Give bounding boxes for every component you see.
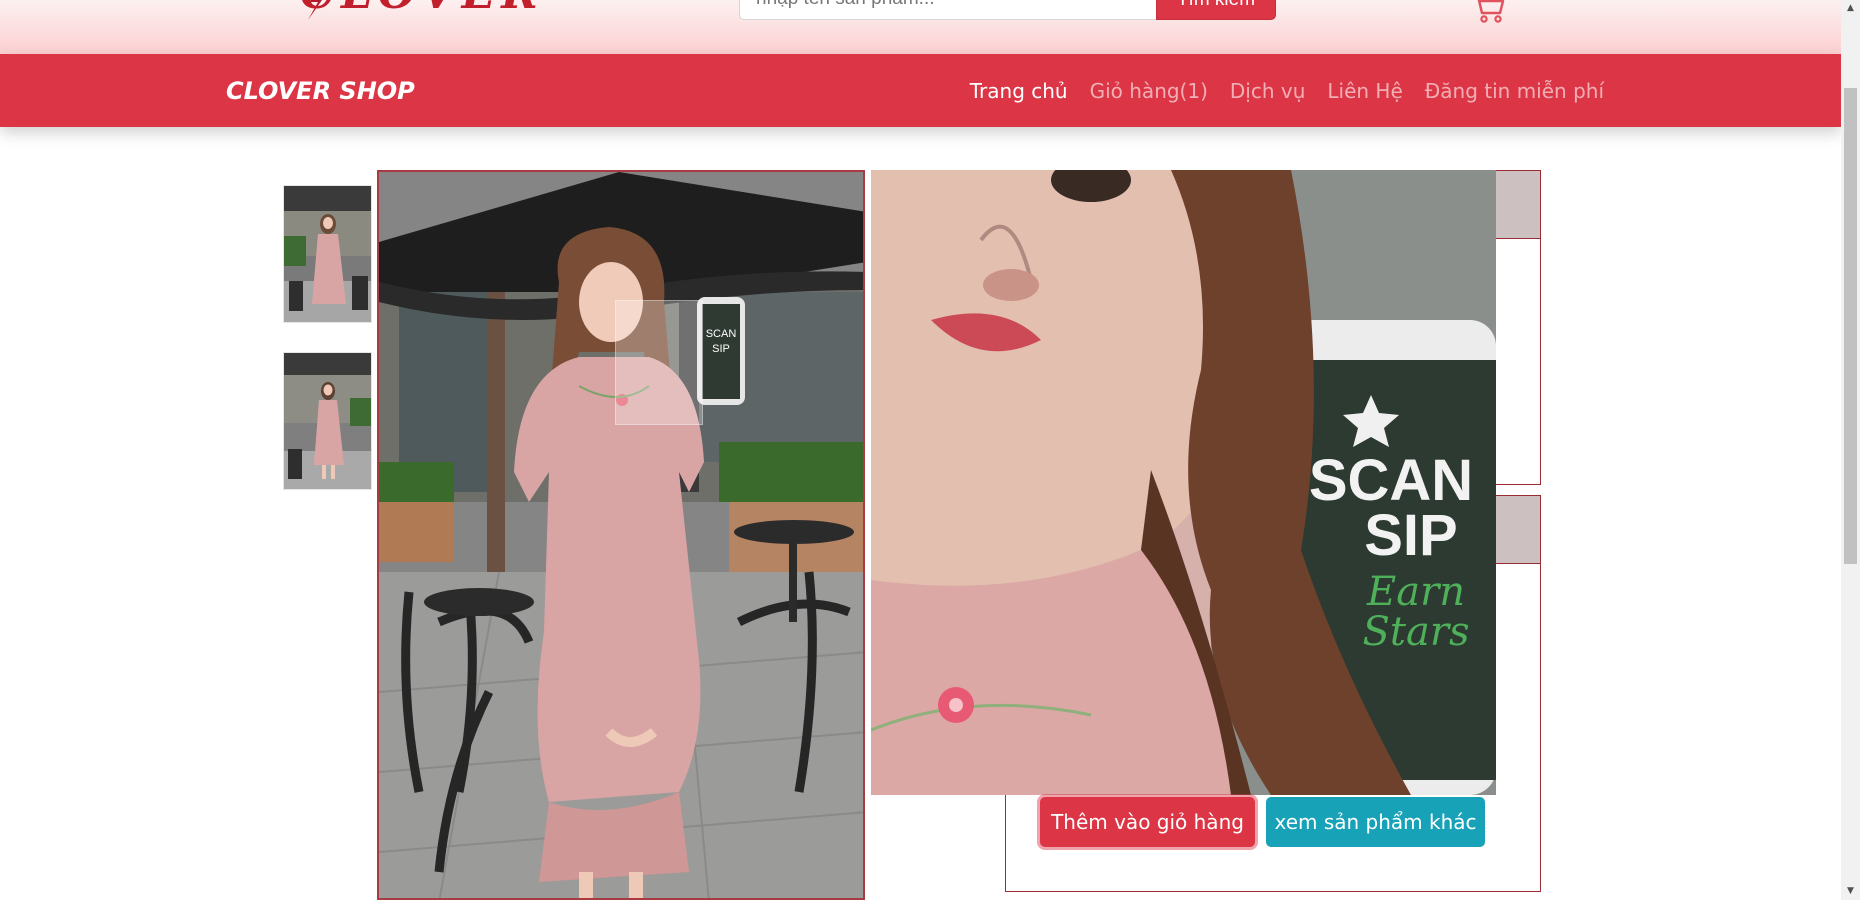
zoom-lens[interactable] [615, 300, 703, 425]
search-button[interactable]: Tìm kiếm [1156, 0, 1276, 20]
nav-link-services[interactable]: Dịch vụ [1230, 76, 1306, 106]
svg-text:Stars: Stars [1363, 609, 1470, 655]
product-thumbnail[interactable] [283, 185, 372, 323]
nav-link-contact[interactable]: Liên Hệ [1327, 76, 1402, 106]
page-scrollbar[interactable]: ▲ ▼ [1841, 0, 1860, 900]
zoomed-photo: SCAN SIP Earn Stars [871, 170, 1496, 795]
add-to-cart-button[interactable]: Thêm vào giỏ hàng [1040, 797, 1255, 847]
thumbnail-photo [284, 353, 371, 489]
thumbnail-photo [284, 186, 371, 322]
search-input[interactable] [739, 0, 1156, 20]
zoom-preview: SCAN SIP Earn Stars [871, 170, 1496, 795]
logo[interactable]: CLOVER [300, 0, 544, 16]
scroll-down-arrow-icon[interactable]: ▼ [1841, 883, 1860, 900]
nav-link-post-free[interactable]: Đăng tin miễn phí [1425, 76, 1604, 106]
svg-text:SIP: SIP [712, 343, 730, 355]
scroll-up-arrow-icon[interactable]: ▲ [1841, 0, 1860, 17]
nav-link-cart[interactable]: Giỏ hàng(1) [1090, 76, 1208, 106]
nav-links: Trang chủ Giỏ hàng(1) Dịch vụ Liên Hệ Đă… [970, 76, 1604, 106]
shopping-cart-icon[interactable] [1470, 0, 1506, 24]
main-navbar: CLOVER SHOP Trang chủ Giỏ hàng(1) Dịch v… [0, 54, 1841, 127]
nav-link-home[interactable]: Trang chủ [970, 76, 1068, 106]
top-header: CLOVER Tìm kiếm [0, 0, 1841, 54]
product-photo: SCAN SIP [379, 172, 863, 898]
svg-text:SCAN: SCAN [706, 328, 737, 340]
brand-link[interactable]: CLOVER SHOP [226, 75, 415, 107]
product-thumbnail[interactable] [283, 352, 372, 490]
product-main-image[interactable]: SCAN SIP [377, 170, 865, 900]
svg-text:SIP: SIP [1364, 503, 1458, 568]
scrollbar-thumb[interactable] [1844, 88, 1857, 564]
view-more-products-button[interactable]: xem sản phẩm khác [1266, 797, 1485, 847]
